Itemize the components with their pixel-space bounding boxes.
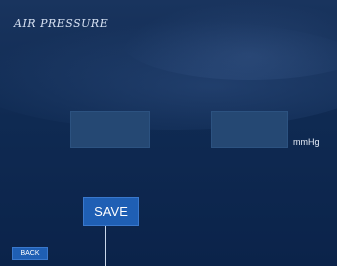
back-button[interactable]: BACK	[12, 247, 48, 260]
save-indicator-line	[105, 226, 106, 266]
pressure-value-field-2[interactable]	[211, 111, 288, 148]
screen-title: AIR PRESSURE	[14, 17, 109, 30]
unit-label: mmHg	[293, 137, 320, 147]
save-button[interactable]: SAVE	[83, 197, 139, 226]
pressure-value-field-1[interactable]	[70, 111, 150, 148]
air-pressure-screen: AIR PRESSURE mmHg SAVE BACK	[0, 0, 337, 266]
